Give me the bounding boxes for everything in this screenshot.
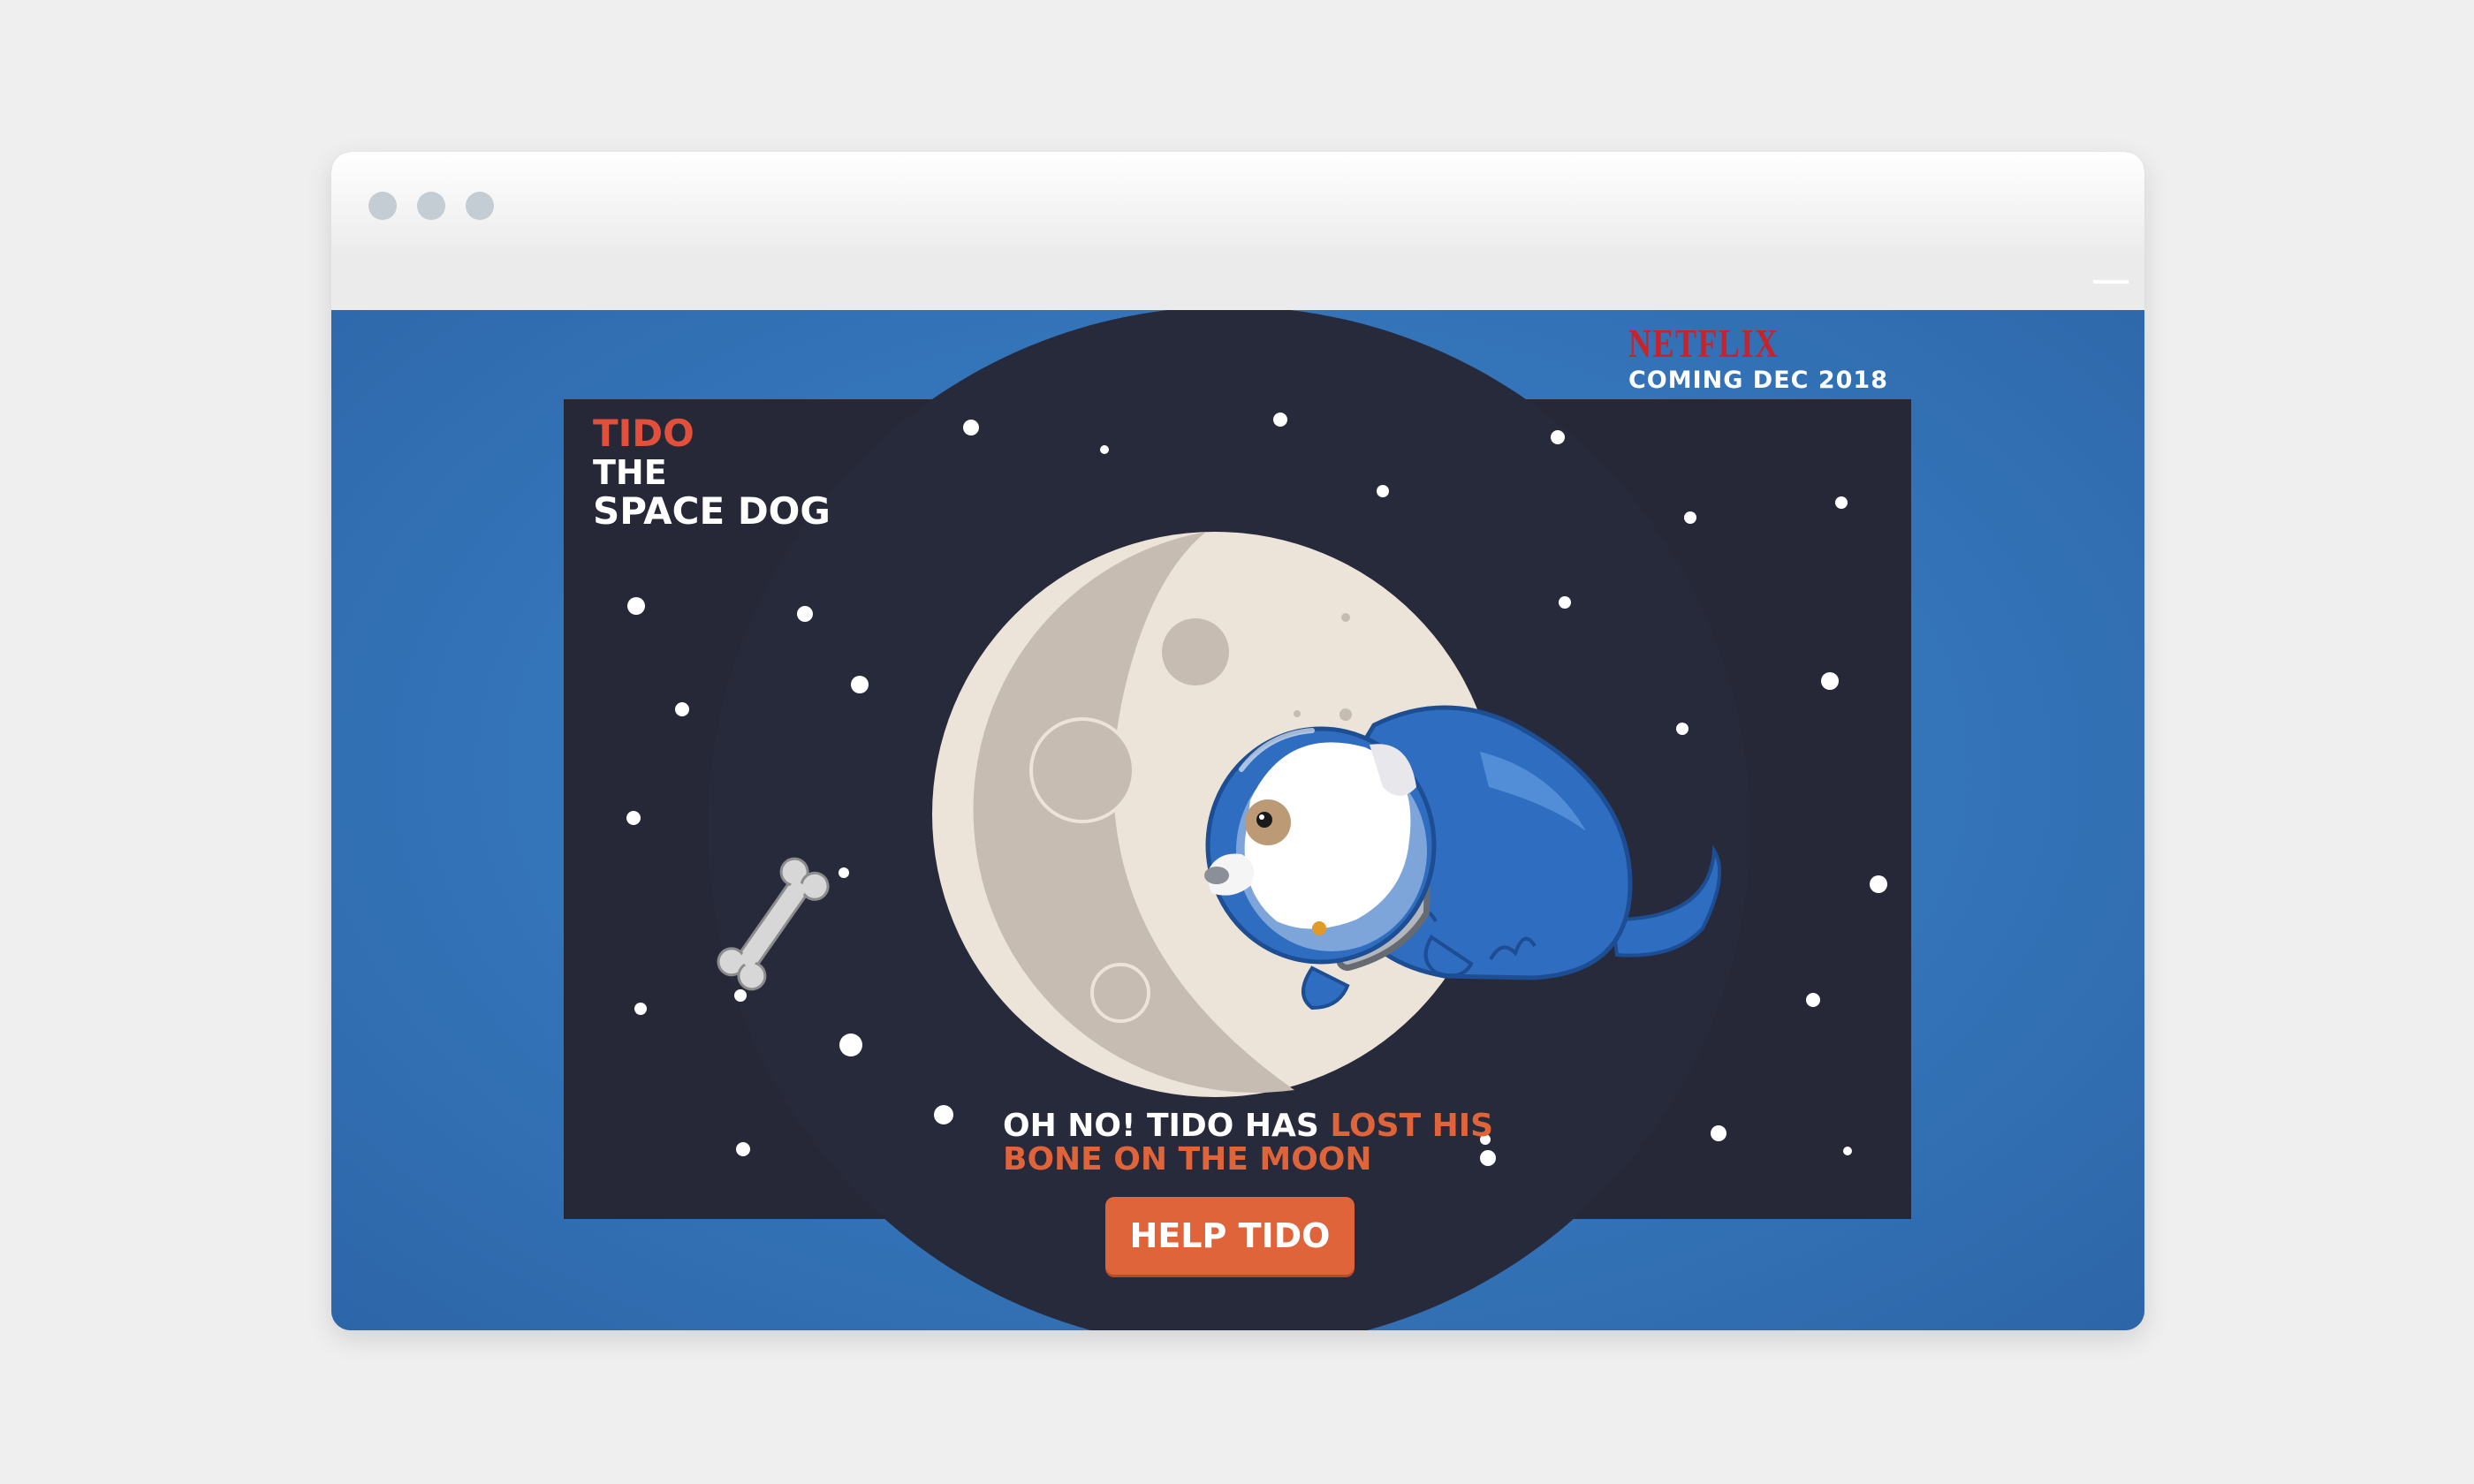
story-message: OH NO! TIDO HAS LOST HIS BONE ON THE MOO… — [1003, 1109, 1493, 1177]
help-tido-button[interactable]: HELP TIDO — [1105, 1197, 1355, 1275]
message-line-2: BONE ON THE MOON — [1003, 1141, 1372, 1177]
menu-icon[interactable] — [2093, 280, 2129, 284]
netflix-logo: NETFLIX — [1628, 321, 1780, 366]
browser-titlebar — [331, 152, 2144, 257]
close-dot[interactable] — [368, 192, 397, 220]
title-line-1: TIDO — [593, 412, 694, 455]
zoom-dot[interactable] — [466, 192, 494, 220]
title-line-2: THE — [593, 453, 667, 492]
release-date-text: COMING DEC 2018 — [1628, 367, 1888, 394]
browser-address-bar[interactable] — [331, 257, 2144, 310]
message-line-1: OH NO! TIDO HAS LOST HIS — [1003, 1109, 1493, 1143]
message-text: OH NO! TIDO HAS — [1003, 1108, 1331, 1144]
page-content: NETFLIX COMING DEC 2018 TIDO THE SPACE D… — [331, 310, 2144, 1330]
game-title: TIDO THE SPACE DOG — [593, 414, 831, 531]
netflix-promo[interactable]: NETFLIX COMING DEC 2018 — [1628, 321, 1888, 395]
browser-window: NETFLIX COMING DEC 2018 TIDO THE SPACE D… — [331, 152, 2144, 1330]
message-highlight: LOST HIS — [1330, 1108, 1494, 1144]
title-line-3: SPACE DOG — [593, 489, 831, 533]
minimize-dot[interactable] — [417, 192, 445, 220]
